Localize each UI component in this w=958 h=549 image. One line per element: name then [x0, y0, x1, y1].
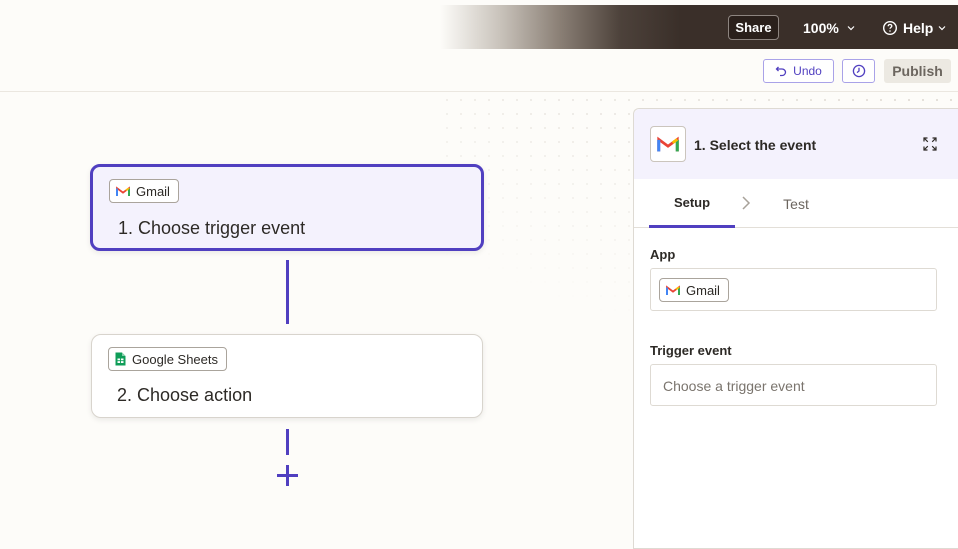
version-history-button[interactable]	[842, 59, 875, 83]
trigger-event-select[interactable]: Choose a trigger event	[650, 364, 937, 406]
add-step-plus-icon[interactable]	[276, 464, 299, 487]
panel-header: 1. Select the event	[634, 109, 958, 179]
app-chip-google-sheets: Google Sheets	[108, 347, 228, 371]
chevron-down-icon	[938, 26, 946, 31]
expand-icon[interactable]	[923, 137, 937, 151]
gmail-icon	[657, 136, 679, 151]
zoom-dropdown[interactable]: 100%	[803, 18, 855, 38]
step-title: 2. Choose action	[117, 385, 253, 405]
share-button[interactable]: Share	[728, 15, 779, 40]
trigger-event-label: Trigger event	[650, 343, 732, 358]
panel-app-icon	[650, 126, 686, 162]
editor-toolbar: Undo Publish	[0, 49, 958, 92]
publish-button[interactable]: Publish	[884, 59, 951, 83]
zoom-level: 100%	[803, 20, 839, 36]
tab-test[interactable]: Test	[764, 179, 828, 228]
undo-icon	[775, 66, 787, 77]
undo-label: Undo	[793, 64, 822, 78]
undo-button[interactable]: Undo	[763, 59, 834, 83]
top-bar: Share 100% Help	[0, 5, 958, 49]
panel-tabs: Setup Test	[634, 179, 958, 228]
tab-setup[interactable]: Setup	[649, 179, 735, 228]
chevron-right-icon	[742, 196, 751, 210]
step-editor-panel: 1. Select the event Setup Test App Gmail…	[633, 108, 958, 549]
app-field-label: App	[650, 247, 676, 262]
step-connector	[286, 260, 289, 324]
help-menu[interactable]: Help	[882, 18, 946, 38]
history-icon	[852, 64, 865, 78]
app-selector[interactable]: Gmail	[650, 268, 937, 311]
chevron-down-icon	[847, 26, 855, 31]
step-card-trigger[interactable]: Gmail 1. Choose trigger event	[90, 164, 484, 251]
step-card-action[interactable]: Google Sheets 2. Choose action	[91, 334, 483, 418]
app-chip-gmail[interactable]: Gmail	[659, 278, 729, 302]
help-icon	[882, 20, 898, 36]
help-label: Help	[903, 20, 934, 36]
panel-title: 1. Select the event	[694, 137, 817, 153]
gmail-icon	[666, 284, 680, 295]
app-chip-label: Gmail	[686, 282, 720, 298]
trigger-event-placeholder: Choose a trigger event	[663, 378, 805, 394]
google-sheets-icon	[115, 352, 126, 366]
step-title: 1. Choose trigger event	[118, 218, 306, 238]
app-chip-label: Gmail	[136, 183, 170, 199]
app-chip-label: Google Sheets	[132, 351, 219, 367]
app-chip-gmail: Gmail	[109, 179, 179, 203]
step-connector	[286, 429, 289, 455]
gmail-icon	[116, 185, 130, 196]
